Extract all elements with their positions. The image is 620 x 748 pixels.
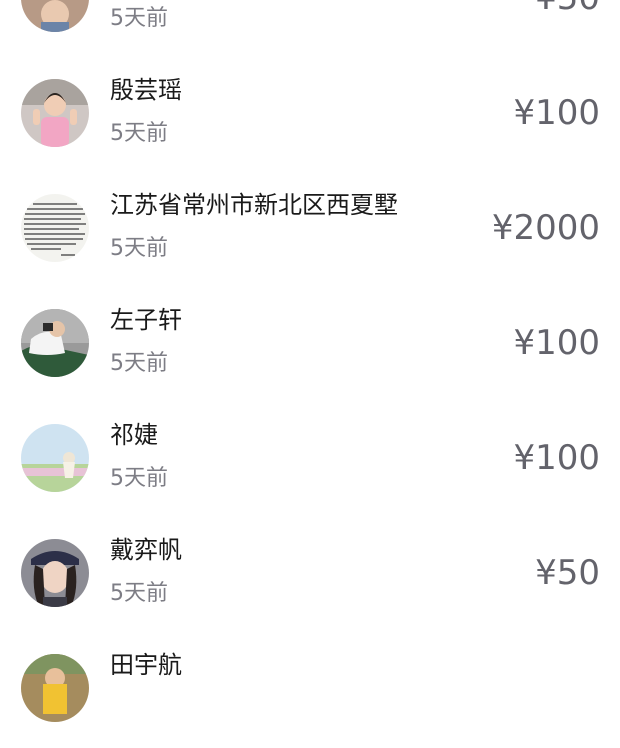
avatar-meadow-icon <box>21 424 89 492</box>
donation-time: 5天前 <box>110 6 168 31</box>
donor-name: 江苏省常州市新北区西夏墅 <box>110 191 398 219</box>
donation-time: 5天前 <box>110 466 168 491</box>
donation-time: 5天前 <box>110 581 168 606</box>
list-item[interactable]: 祁婕 5天前 ¥100 <box>0 403 620 518</box>
avatar-child-yellow-icon <box>21 654 89 722</box>
donation-time: 5天前 <box>110 236 168 261</box>
donation-amount: ¥100 <box>513 323 600 363</box>
avatar-woman-cap-icon <box>21 539 89 607</box>
avatar-child-pink-icon <box>21 79 89 147</box>
donation-time: 5天前 <box>110 121 168 146</box>
avatar-handwritten-letter-icon <box>21 194 89 262</box>
donor-name: 祁婕 <box>110 421 158 449</box>
list-item[interactable]: 殷芸瑶 5天前 ¥100 <box>0 58 620 173</box>
donation-amount: ¥50 <box>535 0 600 21</box>
donor-name: 田宇航 <box>110 651 182 679</box>
donor-name: 左子轩 <box>110 306 182 334</box>
donation-time: 5天前 <box>110 351 168 376</box>
donation-amount: ¥100 <box>513 438 600 478</box>
donation-amount: ¥50 <box>535 553 600 593</box>
avatar-person-camera-icon <box>21 309 89 377</box>
donor-name: 戴弈帆 <box>110 536 182 564</box>
donor-list: 5天前 ¥50 殷芸瑶 5天前 ¥100 <box>0 0 620 748</box>
donor-name: 殷芸瑶 <box>110 76 182 104</box>
list-item[interactable]: 田宇航 <box>0 633 620 748</box>
donation-amount: ¥2000 <box>491 208 600 248</box>
list-item[interactable]: 左子轩 5天前 ¥100 <box>0 288 620 403</box>
list-item[interactable]: 戴弈帆 5天前 ¥50 <box>0 518 620 633</box>
list-item[interactable]: 江苏省常州市新北区西夏墅 5天前 ¥2000 <box>0 173 620 288</box>
list-item[interactable]: 5天前 ¥50 <box>0 0 620 58</box>
donation-amount: ¥100 <box>513 93 600 133</box>
avatar-child-outdoor-icon <box>21 0 89 32</box>
